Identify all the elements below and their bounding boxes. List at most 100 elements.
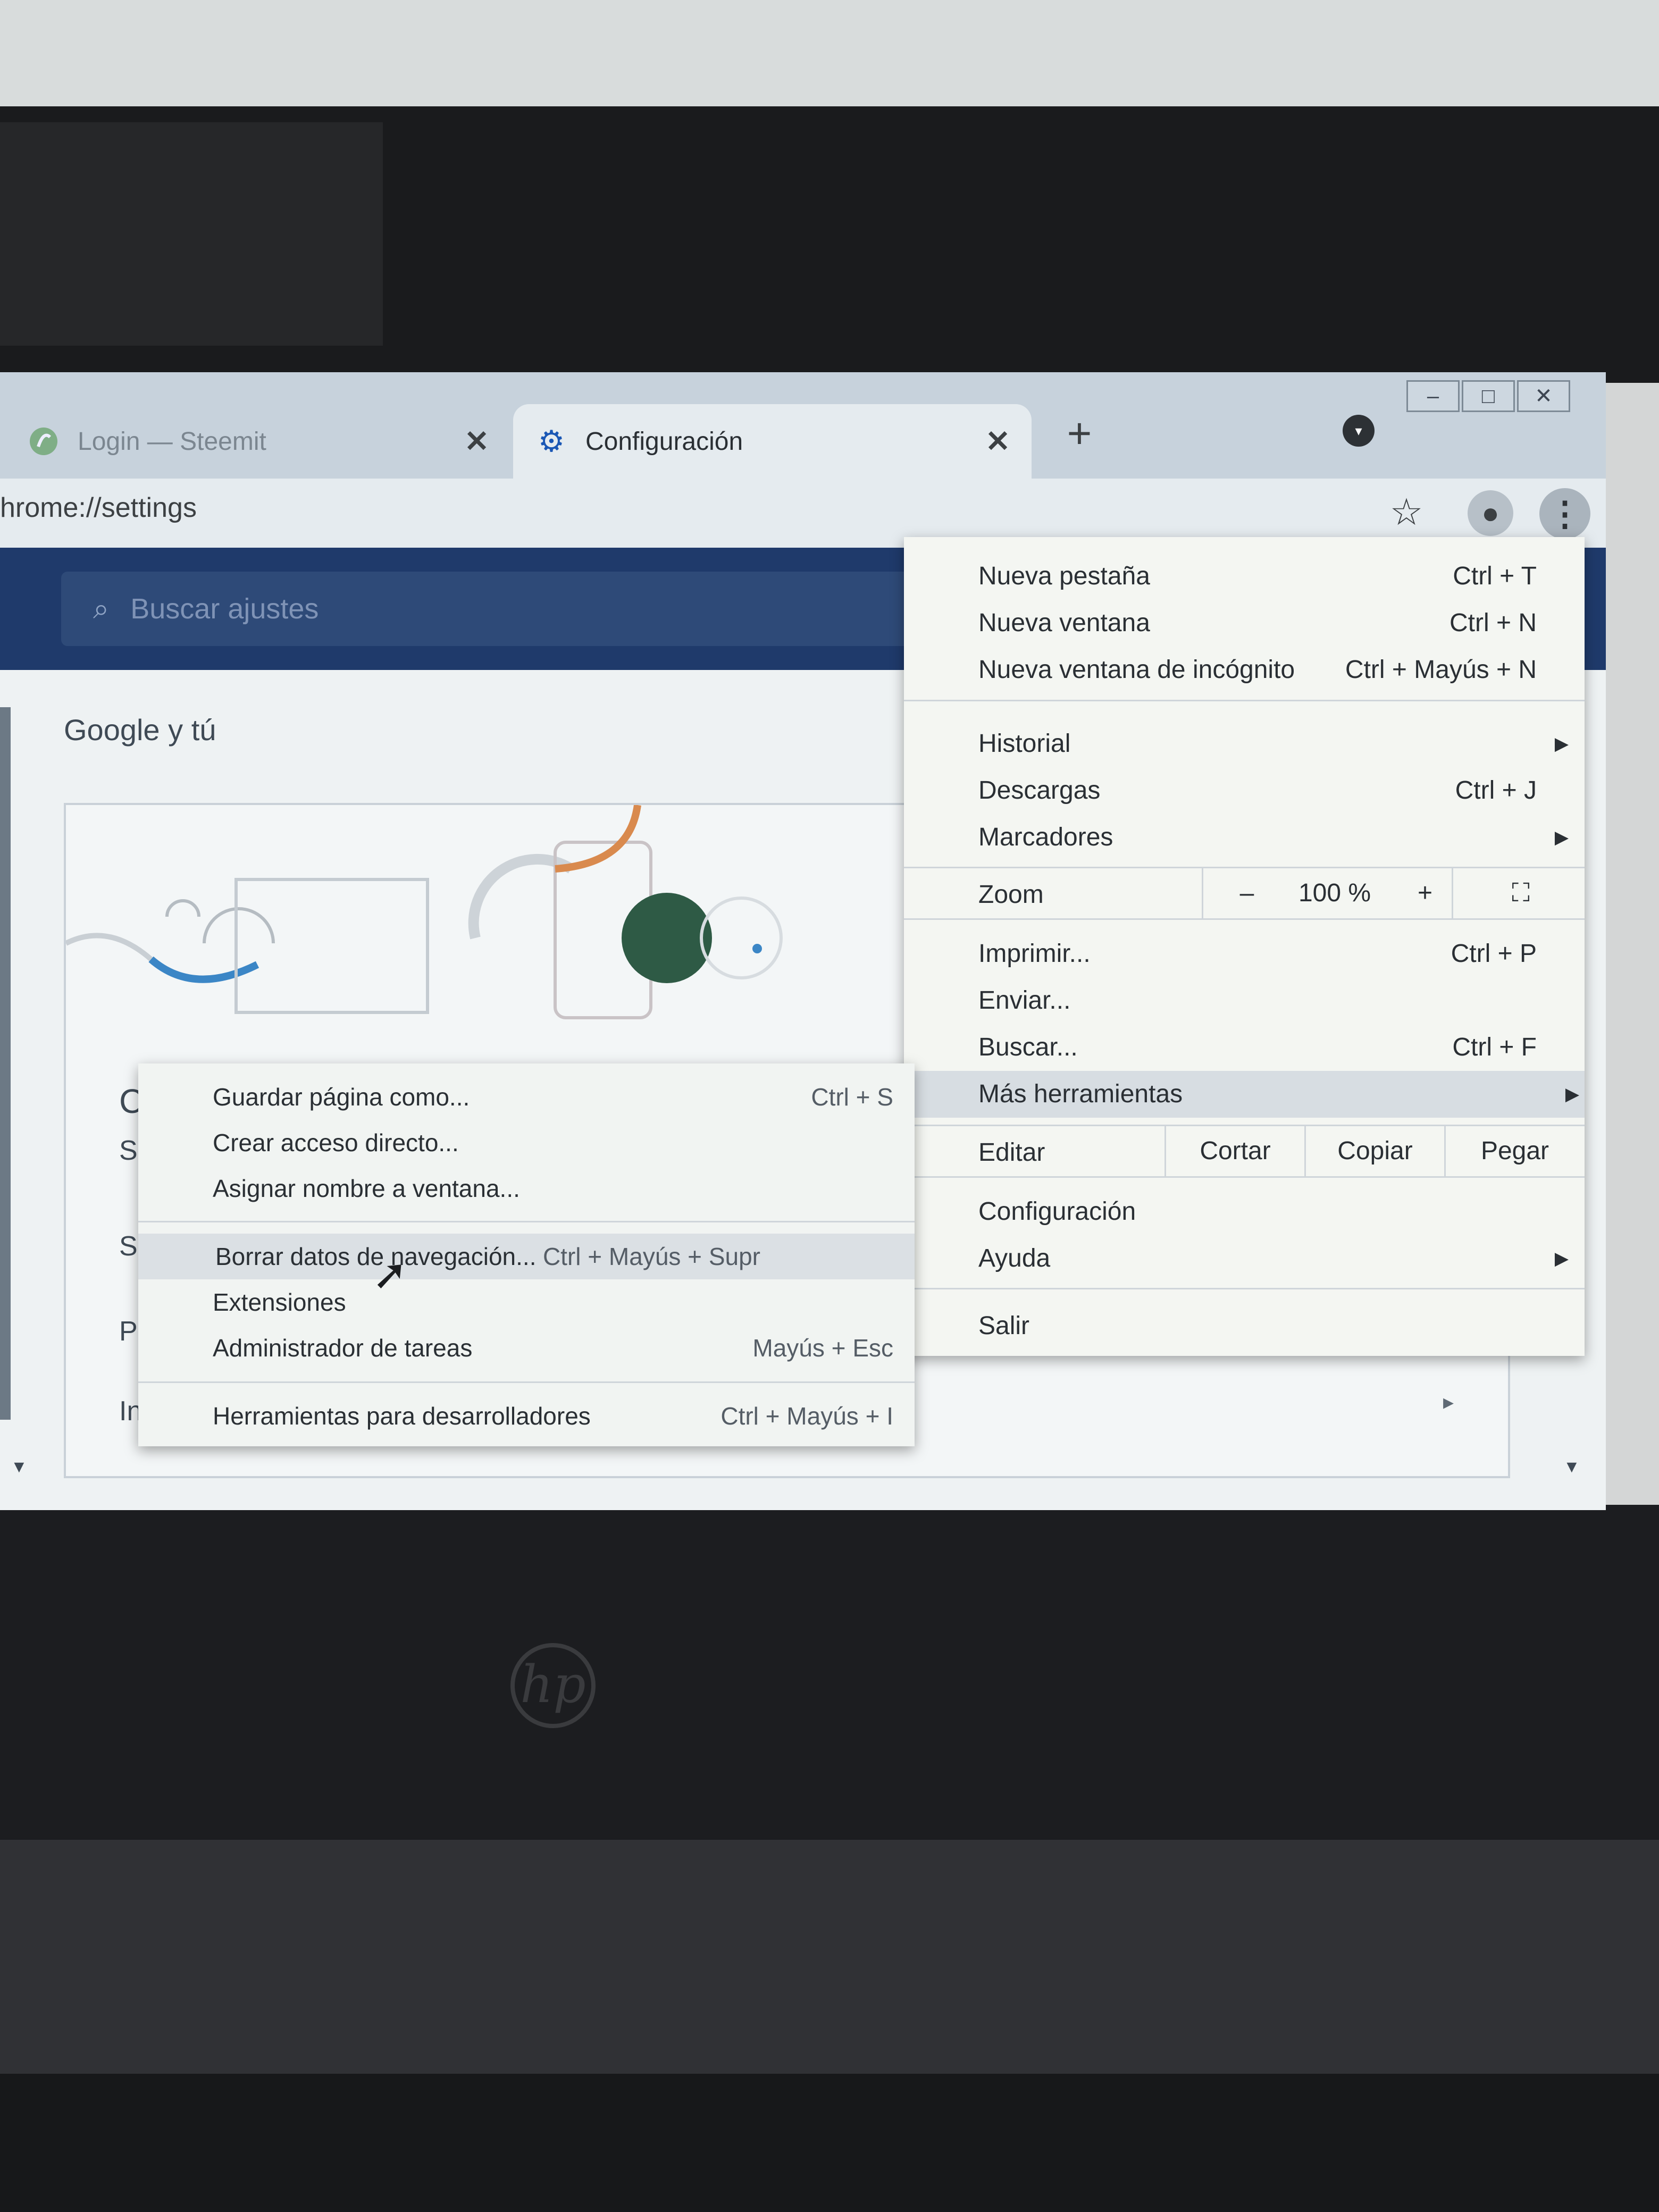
menu-item-imprimir[interactable]: Imprimir... Ctrl + P [978,931,1574,977]
minimize-button[interactable]: – [1406,380,1460,412]
maximize-button[interactable]: □ [1462,380,1515,412]
menu-item-label: Ayuda [978,1244,1051,1272]
account-icon[interactable]: ● [1468,490,1513,536]
menu-shortcut: Ctrl + N [1449,609,1537,637]
menu-divider [138,1221,915,1222]
keyboard-keys [0,2074,1659,2212]
submenu-item-administrador-tareas[interactable]: Administrador de tareas Mayús + Esc [213,1325,904,1371]
tab-strip: Login — Steemit ✕ ⚙ Configuración ✕ + ▾ … [0,372,1606,479]
close-icon[interactable]: ✕ [985,424,1010,459]
steemit-icon [27,424,61,458]
menu-divider [138,1381,915,1383]
menu-item-label: Buscar... [978,1033,1078,1061]
menu-shortcut: Ctrl + Mayús + Supr [542,1243,760,1270]
close-icon[interactable]: ✕ [464,424,489,459]
search-input[interactable] [130,592,875,625]
tab-steemit[interactable]: Login — Steemit ✕ [5,404,510,479]
divider [1202,868,1203,918]
section-title: Google y tú [64,713,216,747]
zoom-out-button[interactable]: – [1223,868,1271,918]
submenu-arrow-icon: ▶ [1554,734,1569,754]
submenu-item-herramientas-desarrolladores[interactable]: Herramientas para desarrolladores Ctrl +… [213,1393,904,1439]
menu-item-label: Historial [978,730,1071,758]
settings-search[interactable]: ⌕ [61,572,1018,646]
menu-shortcut: Ctrl + Mayús + N [1345,656,1537,684]
bezel-tape [0,122,383,346]
sync-illustration [66,805,783,1019]
menu-item-label: Nueva ventana de incógnito [978,656,1295,684]
menu-item-nueva-ventana[interactable]: Nueva ventana Ctrl + N [978,600,1574,647]
gear-icon: ⚙ [538,424,565,458]
menu-shortcut: Ctrl + T [1453,562,1537,590]
menu-item-label: Marcadores [978,823,1113,851]
menu-shortcut: Mayús + Esc [752,1334,893,1362]
tab-search-icon[interactable]: ▾ [1343,415,1375,447]
card-row-letter: S [119,1231,138,1262]
chevron-right-icon[interactable]: ▸ [1443,1390,1454,1414]
sync-circle [622,893,712,983]
edit-label: Editar [978,1138,1045,1167]
copy-button[interactable]: Copiar [1306,1126,1444,1176]
edit-row: Editar Cortar Copiar Pegar [904,1125,1585,1178]
menu-item-buscar[interactable]: Buscar... Ctrl + F [978,1024,1574,1071]
window-controls: – □ ✕ [1406,380,1572,412]
menu-item-ayuda[interactable]: Ayuda ▶ [978,1235,1574,1282]
new-tab-button[interactable]: + [1058,412,1101,455]
submenu-arrow-icon: ▶ [1554,1249,1569,1269]
menu-item-marcadores[interactable]: Marcadores ▶ [978,814,1574,861]
card-row-letter: P [119,1316,138,1347]
menu-kebab-icon[interactable]: ⋮ [1539,488,1590,539]
menu-shortcut: Ctrl + J [1455,776,1537,805]
fullscreen-icon[interactable]: ⛶ [1489,868,1553,918]
menu-item-label: Más herramientas [978,1080,1183,1108]
submenu-item-acceso-directo[interactable]: Crear acceso directo... [213,1120,904,1166]
menu-shortcut: Ctrl + P [1451,940,1537,968]
menu-shortcut: Ctrl + F [1452,1033,1537,1061]
mouse-cursor-icon: ➚ [372,1251,408,1298]
scroll-down-arrow-icon[interactable]: ▼ [1563,1457,1580,1477]
menu-item-descargas[interactable]: Descargas Ctrl + J [978,767,1574,814]
menu-item-label: Extensiones [213,1288,346,1316]
menu-item-label: Guardar página como... [213,1083,470,1111]
zoom-value: 100 % [1298,879,1371,907]
left-nav-strip [0,707,11,1420]
search-icon: ⌕ [93,592,110,625]
chrome-main-menu: Nueva pestaña Ctrl + T Nueva ventana Ctr… [904,537,1585,1356]
menu-item-label: Descargas [978,776,1101,805]
menu-divider [904,1288,1585,1289]
submenu-item-nombre-ventana[interactable]: Asignar nombre a ventana... [213,1166,904,1211]
address-bar[interactable]: hrome://settings [0,492,197,524]
wall-background [0,0,1659,122]
menu-item-enviar[interactable]: Enviar... [978,977,1574,1024]
laptop-bezel-bottom [0,1505,1659,1850]
menu-item-nueva-pestana[interactable]: Nueva pestaña Ctrl + T [978,553,1574,600]
menu-item-label: Salir [978,1312,1030,1340]
card-row-letter: S [119,1135,138,1166]
menu-item-salir[interactable]: Salir [978,1303,1574,1350]
menu-item-label: Configuración [978,1197,1136,1226]
bookmark-star-icon[interactable]: ☆ [1382,488,1430,536]
cut-button[interactable]: Cortar [1166,1126,1304,1176]
menu-item-label: Asignar nombre a ventana... [213,1175,520,1202]
zoom-in-button[interactable]: + [1398,868,1452,918]
menu-item-incognito[interactable]: Nueva ventana de incógnito Ctrl + Mayús … [978,647,1574,693]
menu-item-historial[interactable]: Historial ▶ [978,720,1574,767]
tab-title: Login — Steemit [78,427,266,456]
hp-logo: hp [510,1643,596,1728]
tab-configuracion[interactable]: ⚙ Configuración ✕ [513,404,1032,479]
submenu-item-extensiones[interactable]: Extensiones [213,1279,904,1325]
submenu-arrow-icon: ▶ [1565,1084,1579,1104]
paste-button[interactable]: Pegar [1446,1126,1584,1176]
menu-item-configuracion[interactable]: Configuración [978,1188,1574,1235]
more-tools-submenu: Guardar página como... Ctrl + S Crear ac… [138,1063,915,1446]
tab-title: Configuración [585,427,743,456]
submenu-item-guardar[interactable]: Guardar página como... Ctrl + S [213,1074,904,1120]
menu-item-mas-herramientas[interactable]: Más herramientas ▶ [904,1071,1585,1118]
menu-item-label: Nueva ventana [978,609,1150,637]
menu-item-label: Nueva pestaña [978,562,1150,590]
submenu-item-borrar-datos[interactable]: Borrar datos de navegación... Ctrl + May… [138,1234,915,1279]
close-window-button[interactable]: ✕ [1517,380,1570,412]
menu-shortcut: Ctrl + Mayús + I [720,1402,893,1430]
scroll-down-arrow-icon[interactable]: ▼ [11,1457,28,1477]
menu-item-label: Herramientas para desarrolladores [213,1402,591,1430]
